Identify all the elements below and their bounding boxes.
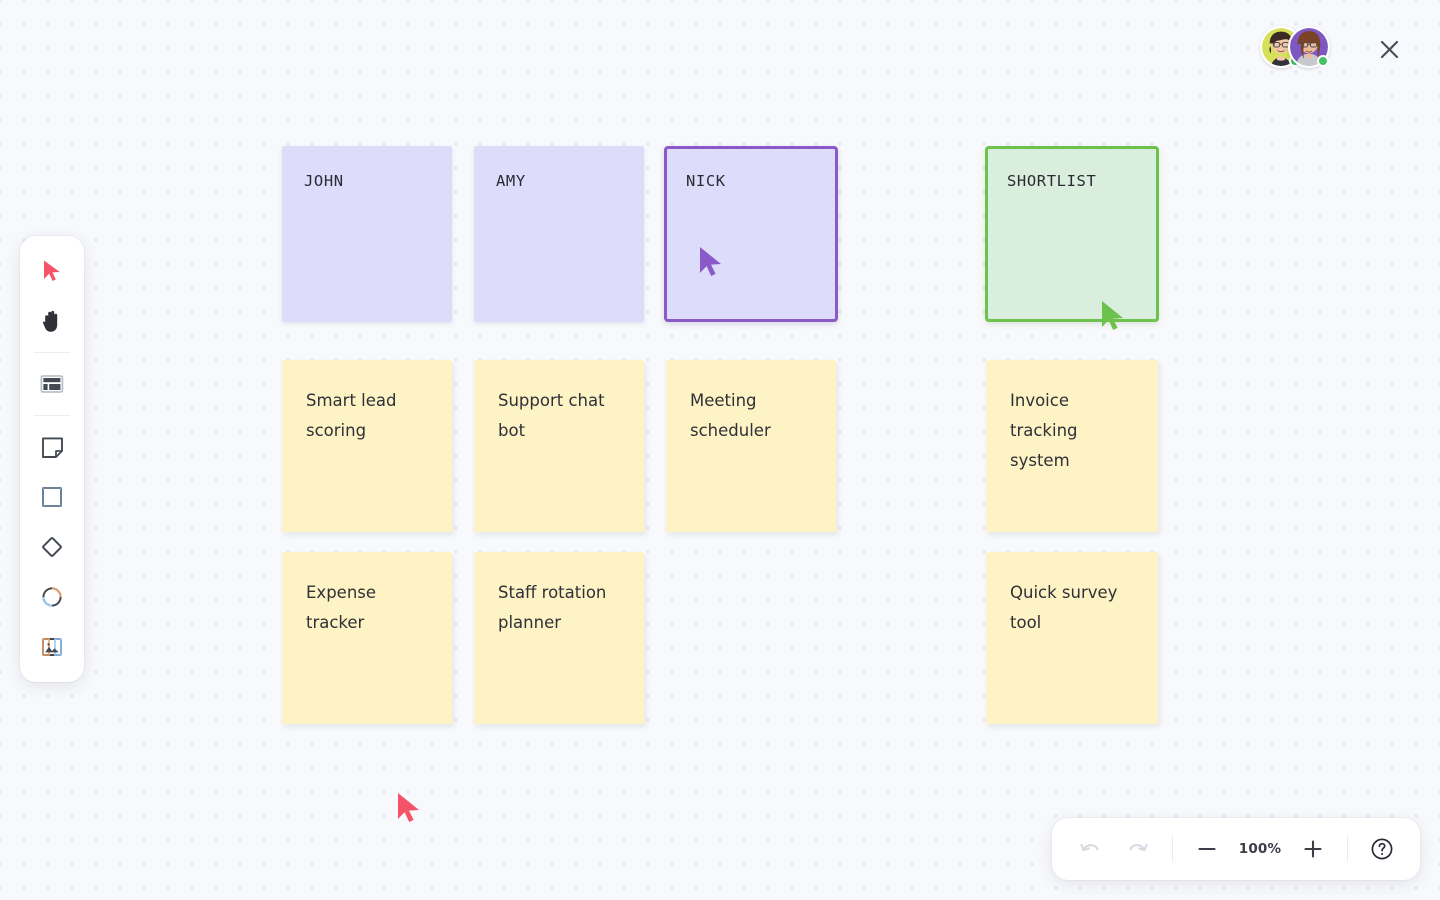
template-icon bbox=[40, 375, 64, 393]
tool-select[interactable] bbox=[30, 249, 74, 293]
tool-template[interactable] bbox=[30, 362, 74, 406]
tool-image[interactable] bbox=[30, 625, 74, 669]
minus-icon bbox=[1198, 847, 1216, 851]
diamond-icon bbox=[42, 537, 62, 557]
undo-button[interactable] bbox=[1066, 827, 1114, 871]
sticky-note-text: Staff rotation planner bbox=[498, 583, 607, 632]
zoom-in-button[interactable] bbox=[1289, 827, 1337, 871]
frame-amy[interactable]: AMY bbox=[474, 146, 644, 322]
sticky-note-text: Quick survey tool bbox=[1010, 583, 1118, 632]
toolbar-divider bbox=[1347, 836, 1348, 862]
redo-button[interactable] bbox=[1114, 827, 1162, 871]
square-icon bbox=[42, 487, 62, 507]
tool-ellipse[interactable] bbox=[30, 575, 74, 619]
sticky-note-text: Invoice tracking system bbox=[1010, 391, 1078, 470]
undo-icon bbox=[1080, 844, 1099, 852]
cursor-arrow-icon bbox=[44, 260, 60, 281]
zoom-toolbar[interactable]: 100% bbox=[1052, 818, 1420, 880]
toolbar-divider bbox=[34, 415, 70, 416]
close-button[interactable] bbox=[1370, 30, 1408, 68]
sticky-note[interactable]: Meeting scheduler bbox=[666, 360, 836, 532]
question-mark-circle-icon bbox=[1371, 838, 1393, 860]
toolbar-divider bbox=[34, 352, 70, 353]
frame-title: JOHN bbox=[304, 172, 344, 190]
sticky-note[interactable]: Invoice tracking system bbox=[986, 360, 1158, 532]
sticky-note-text: Support chat bot bbox=[498, 391, 605, 440]
cursor-arrow-icon bbox=[398, 793, 419, 822]
tool-diamond[interactable] bbox=[30, 525, 74, 569]
frame-nick[interactable]: NICK bbox=[664, 146, 838, 322]
sticky-note-text: Smart lead scoring bbox=[306, 391, 397, 440]
frame-title: AMY bbox=[496, 172, 526, 190]
sticky-note[interactable]: Expense tracker bbox=[282, 552, 452, 724]
sticky-note[interactable]: Staff rotation planner bbox=[474, 552, 644, 724]
frame-john[interactable]: JOHN bbox=[282, 146, 452, 322]
help-button[interactable] bbox=[1358, 827, 1406, 871]
frame-shortlist[interactable]: SHORTLIST bbox=[985, 146, 1159, 322]
frame-title: NICK bbox=[686, 172, 726, 190]
presence-avatars bbox=[1260, 26, 1330, 68]
plus-icon bbox=[1304, 840, 1322, 858]
tool-sticky-note[interactable] bbox=[30, 425, 74, 469]
tool-rectangle[interactable] bbox=[30, 475, 74, 519]
left-toolbar[interactable] bbox=[20, 236, 84, 682]
sticky-note[interactable]: Smart lead scoring bbox=[282, 360, 452, 532]
image-icon bbox=[42, 638, 62, 656]
close-icon bbox=[1380, 40, 1398, 58]
sticky-note[interactable]: Quick survey tool bbox=[986, 552, 1158, 724]
whiteboard-canvas[interactable]: JOHN AMY NICK SHORTLIST Smart lead scori… bbox=[0, 0, 1440, 900]
sticky-note[interactable]: Support chat bot bbox=[474, 360, 644, 532]
redo-icon bbox=[1129, 844, 1148, 852]
sticky-note-text: Expense tracker bbox=[306, 583, 377, 632]
zoom-level-value[interactable]: 100% bbox=[1231, 841, 1289, 857]
local-cursor bbox=[396, 792, 422, 828]
sticky-note-text: Meeting scheduler bbox=[690, 391, 771, 440]
circle-icon bbox=[42, 587, 62, 607]
frame-title: SHORTLIST bbox=[1007, 172, 1097, 190]
avatar[interactable] bbox=[1288, 26, 1330, 68]
sticky-note-icon bbox=[41, 436, 63, 458]
hand-icon bbox=[42, 310, 58, 332]
tool-hand[interactable] bbox=[30, 299, 74, 343]
zoom-out-button[interactable] bbox=[1183, 827, 1231, 871]
toolbar-divider bbox=[1172, 836, 1173, 862]
status-dot-online bbox=[1317, 55, 1329, 67]
